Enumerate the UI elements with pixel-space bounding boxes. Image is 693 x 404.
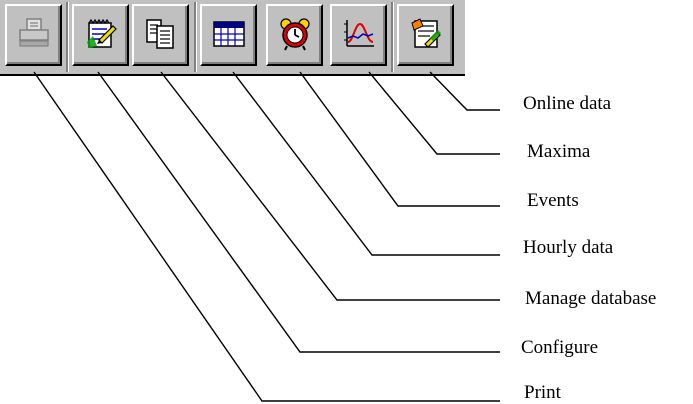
callout-line-configure [97, 71, 500, 353]
label-hourly-data: Hourly data [523, 237, 614, 258]
callout-line-maxima [368, 71, 500, 155]
label-maxima: Maxima [527, 141, 591, 162]
callout-line-manage-database [160, 71, 500, 301]
callout-line-events [299, 71, 500, 207]
label-online-data: Online data [523, 93, 612, 114]
label-events: Events [527, 190, 579, 211]
label-configure: Configure [521, 337, 599, 358]
label-manage-database: Manage database [525, 288, 657, 309]
label-print: Print [524, 382, 561, 403]
callout-line-online-data [429, 71, 500, 111]
